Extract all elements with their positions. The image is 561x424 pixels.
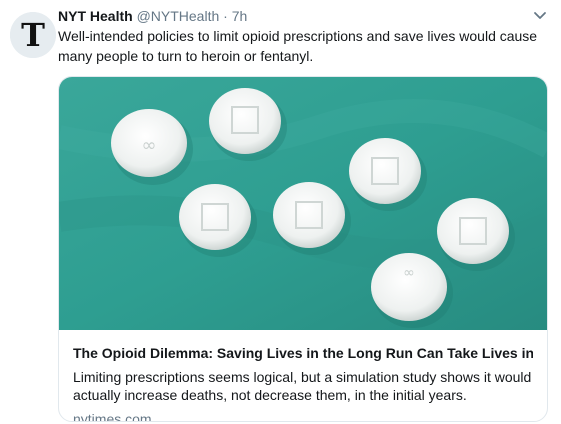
tweet-header: NYT Health @NYTHealth · 7h [58, 6, 531, 26]
card-title[interactable]: The Opioid Dilemma: Saving Lives in the … [73, 344, 533, 362]
tweet[interactable]: T NYT Health @NYTHealth · 7h Well-intend… [0, 0, 561, 424]
tweet-text: Well-intended policies to limit opioid p… [58, 28, 538, 64]
link-card[interactable]: ∞ ∞ The Opioid Dilemma: Saving Lives in … [58, 76, 548, 422]
chevron-down-icon[interactable] [533, 9, 547, 23]
card-image[interactable]: ∞ ∞ [59, 77, 547, 330]
separator-dot: · [223, 8, 228, 24]
card-description: Limiting prescriptions seems logical, bu… [73, 369, 532, 403]
svg-text:∞: ∞ [142, 135, 157, 156]
avatar[interactable]: T [10, 12, 56, 58]
timestamp[interactable]: 7h [232, 8, 248, 24]
author-name[interactable]: NYT Health [58, 8, 133, 24]
card-domain: nytimes.com [73, 411, 152, 422]
svg-text:∞: ∞ [403, 265, 415, 281]
nyt-logo-icon: T [10, 12, 56, 58]
pills-photo-icon: ∞ ∞ [59, 77, 547, 330]
svg-text:T: T [21, 16, 45, 54]
author-handle[interactable]: @NYTHealth [137, 8, 220, 24]
card-body[interactable]: The Opioid Dilemma: Saving Lives in the … [59, 330, 547, 422]
